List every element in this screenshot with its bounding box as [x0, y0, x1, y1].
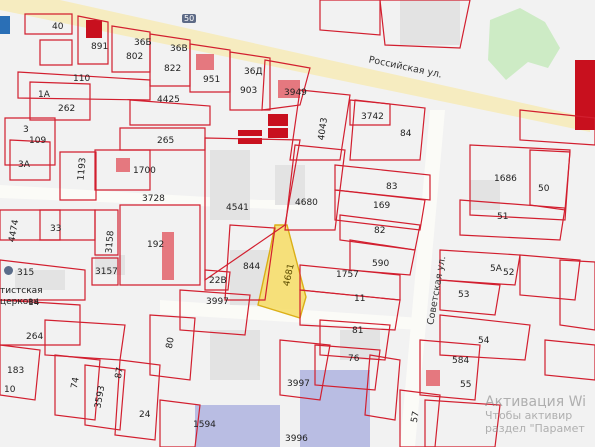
parcel-label[interactable]: 844	[243, 262, 260, 272]
parcel-label[interactable]: 36Д	[244, 67, 262, 77]
parcel-label[interactable]: 4541	[226, 203, 249, 213]
building	[470, 180, 500, 210]
parcel-label[interactable]: 54	[478, 336, 489, 346]
parcel-label[interactable]: 74	[70, 376, 82, 389]
red-building	[238, 130, 262, 136]
parcel-label[interactable]: 55	[460, 380, 471, 390]
parcel-label[interactable]: 3	[23, 125, 29, 135]
parcel-label[interactable]: 3А	[18, 160, 30, 170]
red-building	[268, 114, 288, 126]
parcel-label[interactable]: 4680	[295, 198, 318, 208]
building	[210, 330, 260, 380]
parcel-label[interactable]: 36В	[170, 44, 188, 54]
parcel-label[interactable]: 891	[91, 42, 108, 52]
road-number-badge: 50	[182, 14, 197, 23]
blue-building	[300, 370, 370, 447]
parcel-label[interactable]: 183	[7, 366, 24, 376]
parcel-label[interactable]: 80	[165, 336, 177, 349]
red-building	[86, 20, 102, 38]
parcel-label[interactable]: 3728	[142, 194, 165, 204]
navigation-icon[interactable]	[0, 16, 10, 34]
activation-watermark: Активация Wi Чтобы активир раздел "Парам…	[485, 394, 595, 435]
parcel-label[interactable]: 110	[73, 74, 90, 84]
parcel-label[interactable]: 22В	[209, 276, 227, 286]
parcel-label[interactable]: 81	[352, 326, 363, 336]
parcel-label[interactable]: 802	[126, 52, 143, 62]
pink-building	[426, 370, 440, 386]
church-label-1: тистская	[0, 286, 43, 296]
parcel-label[interactable]: 590	[372, 259, 389, 269]
parcel-label[interactable]: 76	[348, 354, 359, 364]
parcel-label[interactable]: 315	[17, 268, 34, 278]
parcel-label[interactable]: 3997	[287, 379, 310, 389]
parcel-label[interactable]: 82	[374, 226, 385, 236]
green-area	[488, 8, 560, 80]
parcel-label[interactable]: 11	[354, 294, 365, 304]
parcel-label[interactable]: 36Б	[134, 38, 152, 48]
parcel-label[interactable]: 109	[29, 136, 46, 146]
parcel-label[interactable]: 10	[4, 385, 15, 395]
parcel-label[interactable]: 4425	[157, 95, 180, 105]
parcel-label[interactable]: 3158	[104, 230, 116, 254]
parcel-label[interactable]: 51	[497, 212, 508, 222]
parcel-label[interactable]: 83	[386, 182, 397, 192]
parcel-label[interactable]: 903	[240, 86, 257, 96]
building	[400, 0, 460, 45]
parcel-label[interactable]: 1594	[193, 420, 216, 430]
parcel-label[interactable]: 53	[458, 290, 469, 300]
red-building	[575, 60, 595, 130]
parcel-label[interactable]: 584	[452, 356, 469, 366]
parcel-label[interactable]: 264	[26, 332, 43, 342]
parcel-label[interactable]: 951	[203, 75, 220, 85]
parcel-label[interactable]: 24	[139, 410, 150, 420]
red-building	[268, 128, 288, 138]
parcel-label[interactable]: 265	[157, 136, 174, 146]
cadastral-map[interactable]: Российская ул. Советская ул. 50 тистская…	[0, 0, 595, 447]
parcel-label[interactable]: 50	[538, 184, 549, 194]
parcel-label[interactable]: 14	[28, 298, 39, 308]
pink-building	[116, 158, 130, 172]
parcel-label[interactable]: 5А	[490, 264, 502, 274]
parcel-label[interactable]: 40	[52, 22, 63, 32]
parcel-label[interactable]: 1686	[494, 174, 517, 184]
parcel-label[interactable]: 3949	[284, 88, 307, 98]
parcel-label[interactable]: 192	[147, 240, 164, 250]
parcel-label[interactable]: 822	[164, 64, 181, 74]
watermark-line-2: Чтобы активир	[485, 409, 573, 422]
parcel-label[interactable]: 1757	[336, 270, 359, 280]
parcel-label[interactable]: 3997	[206, 297, 229, 307]
watermark-line-3: раздел "Парамет	[485, 422, 585, 435]
parcel-label[interactable]: 1193	[76, 157, 88, 181]
parcel-label[interactable]: 3996	[285, 434, 308, 444]
church-icon[interactable]	[4, 266, 13, 275]
parcel-label[interactable]: 169	[373, 201, 390, 211]
parcel-label[interactable]: 1А	[38, 90, 50, 100]
pink-building	[196, 54, 214, 70]
parcel-label[interactable]: 262	[58, 104, 75, 114]
parcel-label[interactable]: 52	[503, 268, 514, 278]
parcel-label[interactable]: 87	[114, 366, 126, 379]
parcel-label[interactable]: 84	[400, 129, 411, 139]
parcel-label[interactable]: 3157	[95, 267, 118, 277]
parcel-label[interactable]: 33	[50, 224, 61, 234]
parcel-label[interactable]: 3742	[361, 112, 384, 122]
parcel-label[interactable]: 57	[410, 410, 422, 423]
parcel-label[interactable]: 1700	[133, 166, 156, 176]
watermark-line-1: Активация Wi	[485, 394, 587, 410]
